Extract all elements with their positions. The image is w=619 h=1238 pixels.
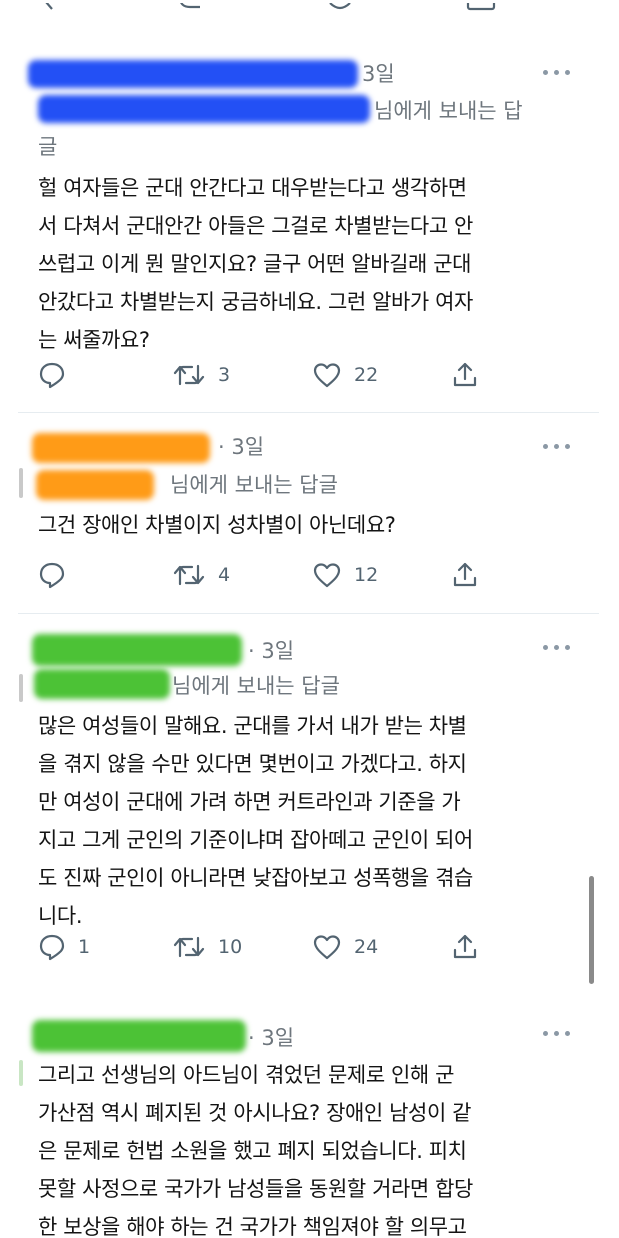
retweet-button[interactable]: 10: [172, 932, 242, 962]
tweet-time: · 3일: [218, 435, 265, 459]
reply-to-text: 님에게 보내는 답글: [172, 674, 340, 698]
tweet-line: 는 써줄까요?: [38, 328, 150, 352]
retweet-count: 10: [218, 936, 243, 958]
retweet-icon: [173, 936, 205, 958]
share-icon: [453, 362, 477, 387]
previous-tweet-actions: [0, 0, 619, 12]
share-button[interactable]: [451, 560, 479, 590]
share-button[interactable]: [451, 932, 479, 962]
like-button[interactable]: 24: [312, 932, 378, 962]
tweet-line: 지고 그게 군인의 기준이냐며 잡아떼고 군인이 되어: [38, 828, 473, 852]
reply-to-text: 님에게 보내는 답글: [170, 473, 338, 497]
tweet-line: 을 겪지 않을 수만 있다면 몇번이고 가겠다고. 하지: [38, 752, 467, 776]
like-button[interactable]: 12: [312, 560, 378, 590]
tweet-line: 그리고 선생님의 아드님이 겪었던 문제로 인해 군: [38, 1063, 455, 1087]
tweet-2[interactable]: · 3일 님에게 보내는 답글 그건 장애인 차별이지 성차별이 아닌데요? 4…: [0, 413, 619, 613]
like-count: 12: [354, 564, 379, 586]
reply-icon: [39, 934, 65, 961]
tweet-4[interactable]: · 3일 그리고 선생님의 아드님이 겪었던 문제로 인해 군 가산점 역시 폐…: [0, 1010, 619, 1238]
tweet-body: 그건 장애인 차별이지 성차별이 아닌데요?: [38, 510, 598, 540]
retweet-button[interactable]: 4: [172, 560, 230, 590]
tweet-body: 많은 여성들이 말해요. 군대를 가서 내가 받는 차별 을 겪지 않을 수만 …: [38, 711, 598, 931]
tweet-line: 쓰럽고 이게 뭔 말인지요? 글구 어떤 알바길래 군대: [38, 252, 472, 276]
thread-marker: [19, 468, 23, 498]
share-button[interactable]: [451, 360, 479, 390]
tweet-time: 3일: [362, 62, 395, 86]
tweet-line: 한 보상을 해야 하는 건 국가가 책임져야 할 의무고: [38, 1215, 467, 1238]
like-count: 24: [354, 936, 379, 958]
reply-icon: [39, 562, 65, 589]
tweet-time: · 3일: [248, 1026, 295, 1050]
share-icon: [453, 562, 477, 587]
more-icon[interactable]: [543, 70, 571, 76]
tweet-line: 은 문제로 헌법 소원을 했고 폐지 되었습니다. 피치: [38, 1139, 467, 1163]
retweet-count: 3: [218, 364, 231, 386]
share-icon: [453, 934, 477, 959]
scrollbar-thumb[interactable]: [589, 876, 594, 984]
redacted-reply-target: [36, 470, 154, 500]
redacted-reply-target: [34, 669, 170, 699]
tweet-line: 못할 사정으로 국가가 남성들을 동원할 거라면 합당: [38, 1177, 473, 1201]
retweet-icon: [173, 564, 205, 586]
tweet-body: 헐 여자들은 군대 안간다고 대우받는다고 생각하면 서 다쳐서 군대안간 아들…: [38, 173, 598, 355]
redacted-reply-target: [38, 95, 370, 123]
tweet-3[interactable]: · 3일 님에게 보내는 답글 많은 여성들이 말해요. 군대를 가서 내가 받…: [0, 614, 619, 986]
redacted-username: [32, 634, 242, 666]
like-count: 22: [354, 364, 379, 386]
reply-icon: [39, 362, 65, 389]
redacted-username: [32, 1020, 246, 1052]
tweet-line: 서 다쳐서 군대안간 아들은 그걸로 차별받는다고 안: [38, 214, 473, 238]
reply-count: 1: [78, 936, 91, 958]
tweet-1[interactable]: 3일 님에게 보내는 답 글 헐 여자들은 군대 안간다고 대우받는다고 생각하…: [0, 40, 619, 412]
tweet-body: 그리고 선생님의 아드님이 겪었던 문제로 인해 군 가산점 역시 폐지된 것 …: [38, 1060, 598, 1238]
cutoff-icons: [42, 0, 496, 11]
reply-button[interactable]: [38, 560, 78, 590]
retweet-button[interactable]: 3: [172, 360, 230, 390]
reply-button[interactable]: [38, 360, 78, 390]
tweet-line: 그건 장애인 차별이지 성차별이 아닌데요?: [38, 513, 396, 537]
redacted-username: [28, 60, 358, 88]
thread-marker: [19, 674, 23, 702]
like-icon: [313, 363, 341, 388]
tweet-line: 안갔다고 차별받는지 궁금하네요. 그런 알바가 여자: [38, 290, 473, 314]
more-icon[interactable]: [543, 645, 571, 651]
retweet-count: 4: [218, 564, 231, 586]
tweet-line: 많은 여성들이 말해요. 군대를 가서 내가 받는 차별: [38, 714, 467, 738]
like-icon: [313, 935, 341, 960]
tweet-line: 가산점 역시 폐지된 것 아시나요? 장애인 남성이 같: [38, 1101, 472, 1125]
reply-to-text: 님에게 보내는 답: [374, 99, 523, 123]
tweet-line: 헐 여자들은 군대 안간다고 대우받는다고 생각하면: [38, 176, 467, 200]
like-button[interactable]: 22: [312, 360, 378, 390]
thread-marker: [19, 1060, 23, 1086]
tweet-line: 니다.: [38, 904, 83, 928]
more-icon[interactable]: [543, 444, 571, 450]
reply-button[interactable]: 1: [38, 932, 90, 962]
like-icon: [313, 563, 341, 588]
reply-to-text-wrap: 글: [38, 135, 58, 159]
retweet-icon: [173, 364, 205, 386]
tweet-time: · 3일: [248, 639, 295, 663]
redacted-username: [32, 433, 210, 463]
tweet-line: 도 진짜 군인이 아니라면 낮잡아보고 성폭행을 겪습: [38, 866, 473, 890]
more-icon[interactable]: [543, 1031, 571, 1037]
tweet-line: 만 여성이 군대에 가려 하면 커트라인과 기준을 가: [38, 790, 461, 814]
